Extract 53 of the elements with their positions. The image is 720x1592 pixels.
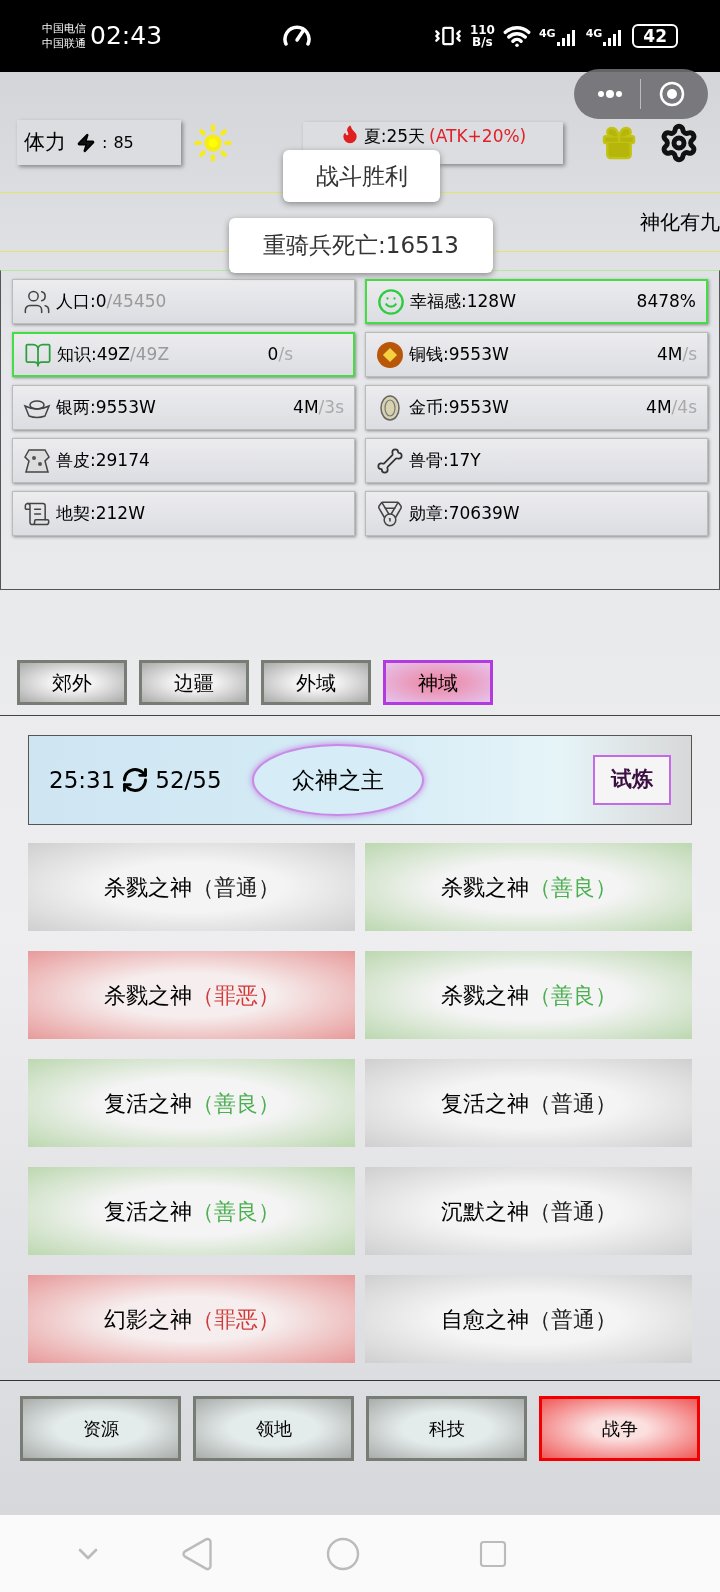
resource-value: 兽骨:17Y [409, 448, 481, 472]
nav-button[interactable]: 战争 [539, 1396, 700, 1461]
enemy-card[interactable]: 杀戮之神（普通） [28, 843, 355, 931]
scrolling-notice: 神化有九 [640, 209, 720, 236]
enemy-card[interactable]: 杀戮之神（善良） [365, 843, 692, 931]
network-type: 4G [585, 26, 603, 42]
stamina-value: 85 [113, 131, 134, 154]
resource-value: 金币:9553W [409, 395, 509, 419]
resource-value: 兽皮:29174 [56, 448, 150, 472]
season-text: 夏:25天 [363, 124, 426, 148]
boss-name: 众神之主 [251, 744, 424, 816]
trial-button[interactable]: 试炼 [593, 755, 671, 805]
resource-value: 知识:49Z/49Z [57, 342, 170, 366]
enemy-card[interactable]: 复活之神（普通） [365, 1059, 692, 1147]
network-type: 4G [538, 26, 556, 42]
resource-rate: 8478% [636, 289, 696, 313]
region-tab[interactable]: 边疆 [139, 660, 249, 705]
resource-value: 地契:212W [56, 501, 145, 525]
stamina-label: 体力 [24, 128, 66, 156]
carrier-name: 中国联通 [42, 36, 86, 51]
region-tab[interactable]: 郊外 [17, 660, 127, 705]
stamina-separator: : [102, 131, 108, 154]
carrier-name: 中国电信 [42, 21, 86, 36]
enemy-card[interactable]: 自愈之神（普通） [365, 1275, 692, 1363]
countdown-timer: 25:31 [49, 765, 116, 795]
speed-unit: B/s [472, 36, 493, 48]
resource-value: 铜钱:9553W [409, 342, 509, 366]
season-bonus: (ATK+20%) [429, 124, 527, 148]
resource-rate: 4M/s [656, 342, 697, 366]
enemy-card[interactable]: 幻影之神（罪恶） [28, 1275, 355, 1363]
resource-value: 人口:0/45450 [56, 289, 167, 313]
resource-rate: 0/s [267, 342, 293, 366]
resource-value: 银两:9553W [56, 395, 156, 419]
resource-rate: 4M/4s [646, 395, 697, 419]
clock: 02:43 [90, 20, 163, 53]
enemy-card[interactable]: 杀戮之神（善良） [365, 951, 692, 1039]
battery-indicator: 42 [632, 24, 678, 48]
network-speed: 110 [469, 24, 495, 36]
toast: 重骑兵死亡:16513 [229, 218, 493, 273]
enemy-card[interactable]: 沉默之神（普通） [365, 1167, 692, 1255]
enemy-card[interactable]: 复活之神（善良） [28, 1059, 355, 1147]
nav-button[interactable]: 资源 [20, 1396, 181, 1461]
resource-rate: 4M/3s [293, 395, 344, 419]
toast: 战斗胜利 [283, 150, 440, 202]
attempt-count: 52/55 [155, 765, 222, 795]
region-tab[interactable]: 神域 [383, 660, 493, 705]
enemy-card[interactable]: 复活之神（善良） [28, 1167, 355, 1255]
enemy-card[interactable]: 杀戮之神（罪恶） [28, 951, 355, 1039]
nav-button[interactable]: 科技 [366, 1396, 527, 1461]
region-tab[interactable]: 外域 [261, 660, 371, 705]
resource-value: 幸福感:128W [410, 289, 516, 313]
resource-value: 勋章:70639W [409, 501, 520, 525]
nav-button[interactable]: 领地 [193, 1396, 354, 1461]
